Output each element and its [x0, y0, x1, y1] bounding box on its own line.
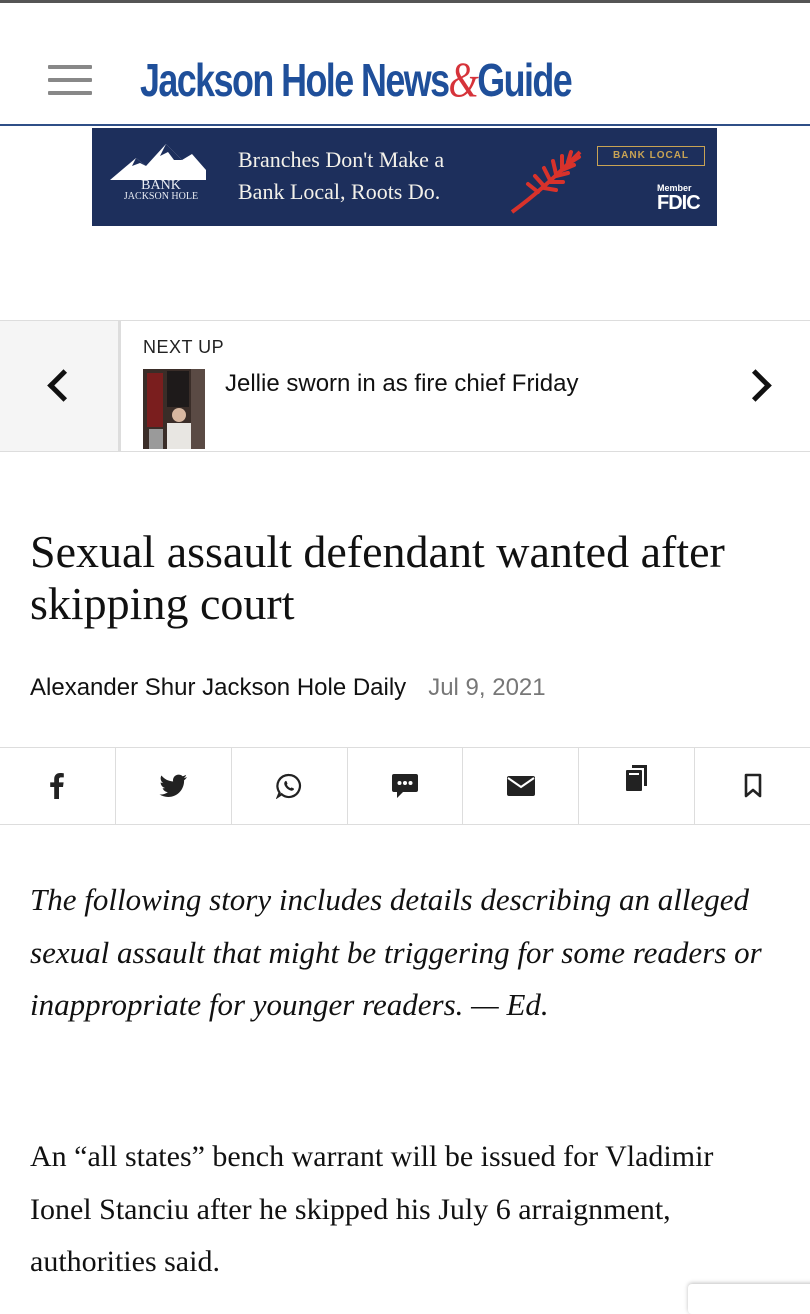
next-up-thumbnail[interactable]: [143, 369, 205, 449]
bookmark-icon: [744, 773, 761, 798]
share-bar: [0, 747, 810, 825]
logo-ampersand: &: [448, 51, 479, 107]
twitter-icon: [159, 774, 188, 797]
copy-link-button[interactable]: [579, 748, 696, 824]
ad-bank-line1: BANK: [141, 178, 181, 193]
next-up-label: NEXT UP: [143, 337, 225, 357]
share-whatsapp-button[interactable]: [232, 748, 348, 824]
article-byline: Alexander Shur Jackson Hole Daily Jul 9, …: [30, 674, 546, 702]
ad-tag: BANK LOCAL: [597, 146, 705, 166]
chevron-left-icon: [47, 369, 80, 402]
floating-widget[interactable]: [688, 1284, 810, 1314]
ad-headline: Branches Don't Make a Bank Local, Roots …: [238, 144, 444, 208]
ad-headline-line2: Bank Local, Roots Do.: [238, 179, 441, 204]
ad-fdic-label: FDIC: [657, 192, 701, 214]
site-header: Jackson Hole News&Guide: [0, 3, 810, 124]
author-link[interactable]: Alexander Shur Jackson Hole Daily: [30, 674, 406, 701]
editor-note: The following story includes details des…: [30, 882, 762, 1022]
share-email-button[interactable]: [463, 748, 580, 824]
copy-icon: [625, 765, 647, 791]
bookmark-button[interactable]: [695, 748, 810, 824]
next-up-bar: NEXT UP Jellie sworn in as fire chief Fr…: [0, 320, 810, 452]
ad-headline-line1: Branches Don't Make a: [238, 147, 445, 172]
logo-text-1: Jackson Hole News: [140, 54, 450, 106]
sms-icon: [392, 774, 418, 798]
logo-text-2: Guide: [477, 54, 572, 106]
publish-date: Jul 9, 2021: [428, 674, 546, 701]
site-logo[interactable]: Jackson Hole News&Guide: [140, 47, 573, 111]
branch-icon: [510, 150, 582, 214]
facebook-icon: [50, 773, 65, 799]
chevron-right-icon: [739, 369, 772, 402]
article-paragraph: An “all states” bench warrant will be is…: [30, 1140, 714, 1278]
next-article-button[interactable]: [730, 351, 790, 421]
article-headline: Sexual assault defendant wanted after sk…: [30, 526, 725, 629]
share-facebook-button[interactable]: [0, 748, 116, 824]
advertisement-banner[interactable]: BANK JACKSON HOLE Branches Don't Make a …: [92, 128, 717, 226]
share-twitter-button[interactable]: [116, 748, 232, 824]
share-sms-button[interactable]: [348, 748, 464, 824]
whatsapp-icon: [276, 773, 302, 799]
next-up-title-link[interactable]: Jellie sworn in as fire chief Friday: [225, 369, 578, 399]
previous-article-button[interactable]: [0, 321, 121, 451]
header-divider: [0, 124, 810, 126]
menu-icon[interactable]: [48, 65, 92, 95]
email-icon: [506, 776, 535, 796]
ad-bank-name: BANK JACKSON HOLE: [106, 178, 216, 203]
ad-bank-line2: JACKSON HOLE: [123, 191, 199, 202]
